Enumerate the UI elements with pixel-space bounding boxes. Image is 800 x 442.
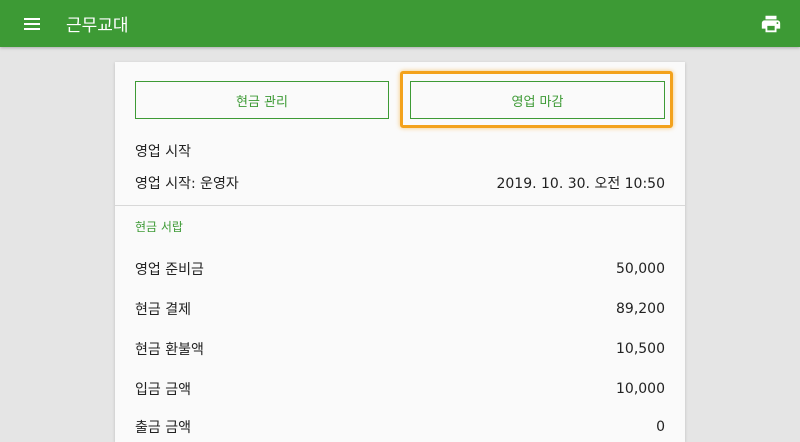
business-start-heading: 영업 시작 <box>135 144 191 160</box>
page-title: 근무교대 <box>66 16 129 36</box>
close-business-button[interactable]: 영업 마감 <box>410 81 665 119</box>
cash-management-button[interactable]: 현금 관리 <box>135 81 389 119</box>
business-start-label: 영업 시작: 운영자 <box>135 176 239 192</box>
row-value: 0 <box>656 419 665 435</box>
cash-drawer-title: 현금 서랍 <box>135 220 183 234</box>
row-value: 10,000 <box>616 381 665 397</box>
row-value: 89,200 <box>616 301 665 317</box>
row-label: 입금 금액 <box>135 382 191 398</box>
menu-button[interactable] <box>0 0 64 47</box>
row-label: 출금 금액 <box>135 420 191 436</box>
app-bar: 근무교대 <box>0 0 800 47</box>
print-icon <box>761 15 781 33</box>
row-label: 현금 환불액 <box>135 342 204 358</box>
row-label: 현금 결제 <box>135 302 191 318</box>
row-value: 50,000 <box>616 261 665 277</box>
row-value: 10,500 <box>616 341 665 357</box>
shift-card: 현금 관리 영업 마감 영업 시작 영업 시작: 운영자 2019. 10. 3… <box>115 62 685 442</box>
hamburger-menu-icon <box>24 17 40 30</box>
cash-drawer-row: 현금 결제 89,200 <box>135 299 665 319</box>
print-button[interactable] <box>760 13 782 35</box>
divider <box>115 205 685 206</box>
business-start-time: 2019. 10. 30. 오전 10:50 <box>496 176 665 192</box>
row-label: 영업 준비금 <box>135 262 204 278</box>
business-start-row: 영업 시작: 운영자 2019. 10. 30. 오전 10:50 <box>135 173 665 193</box>
cash-drawer-row: 입금 금액 10,000 <box>135 379 665 399</box>
cash-drawer-row: 영업 준비금 50,000 <box>135 259 665 279</box>
cash-drawer-row: 현금 환불액 10,500 <box>135 339 665 359</box>
business-start-heading-row: 영업 시작 <box>135 141 665 161</box>
cash-drawer-row: 출금 금액 0 <box>135 417 665 437</box>
